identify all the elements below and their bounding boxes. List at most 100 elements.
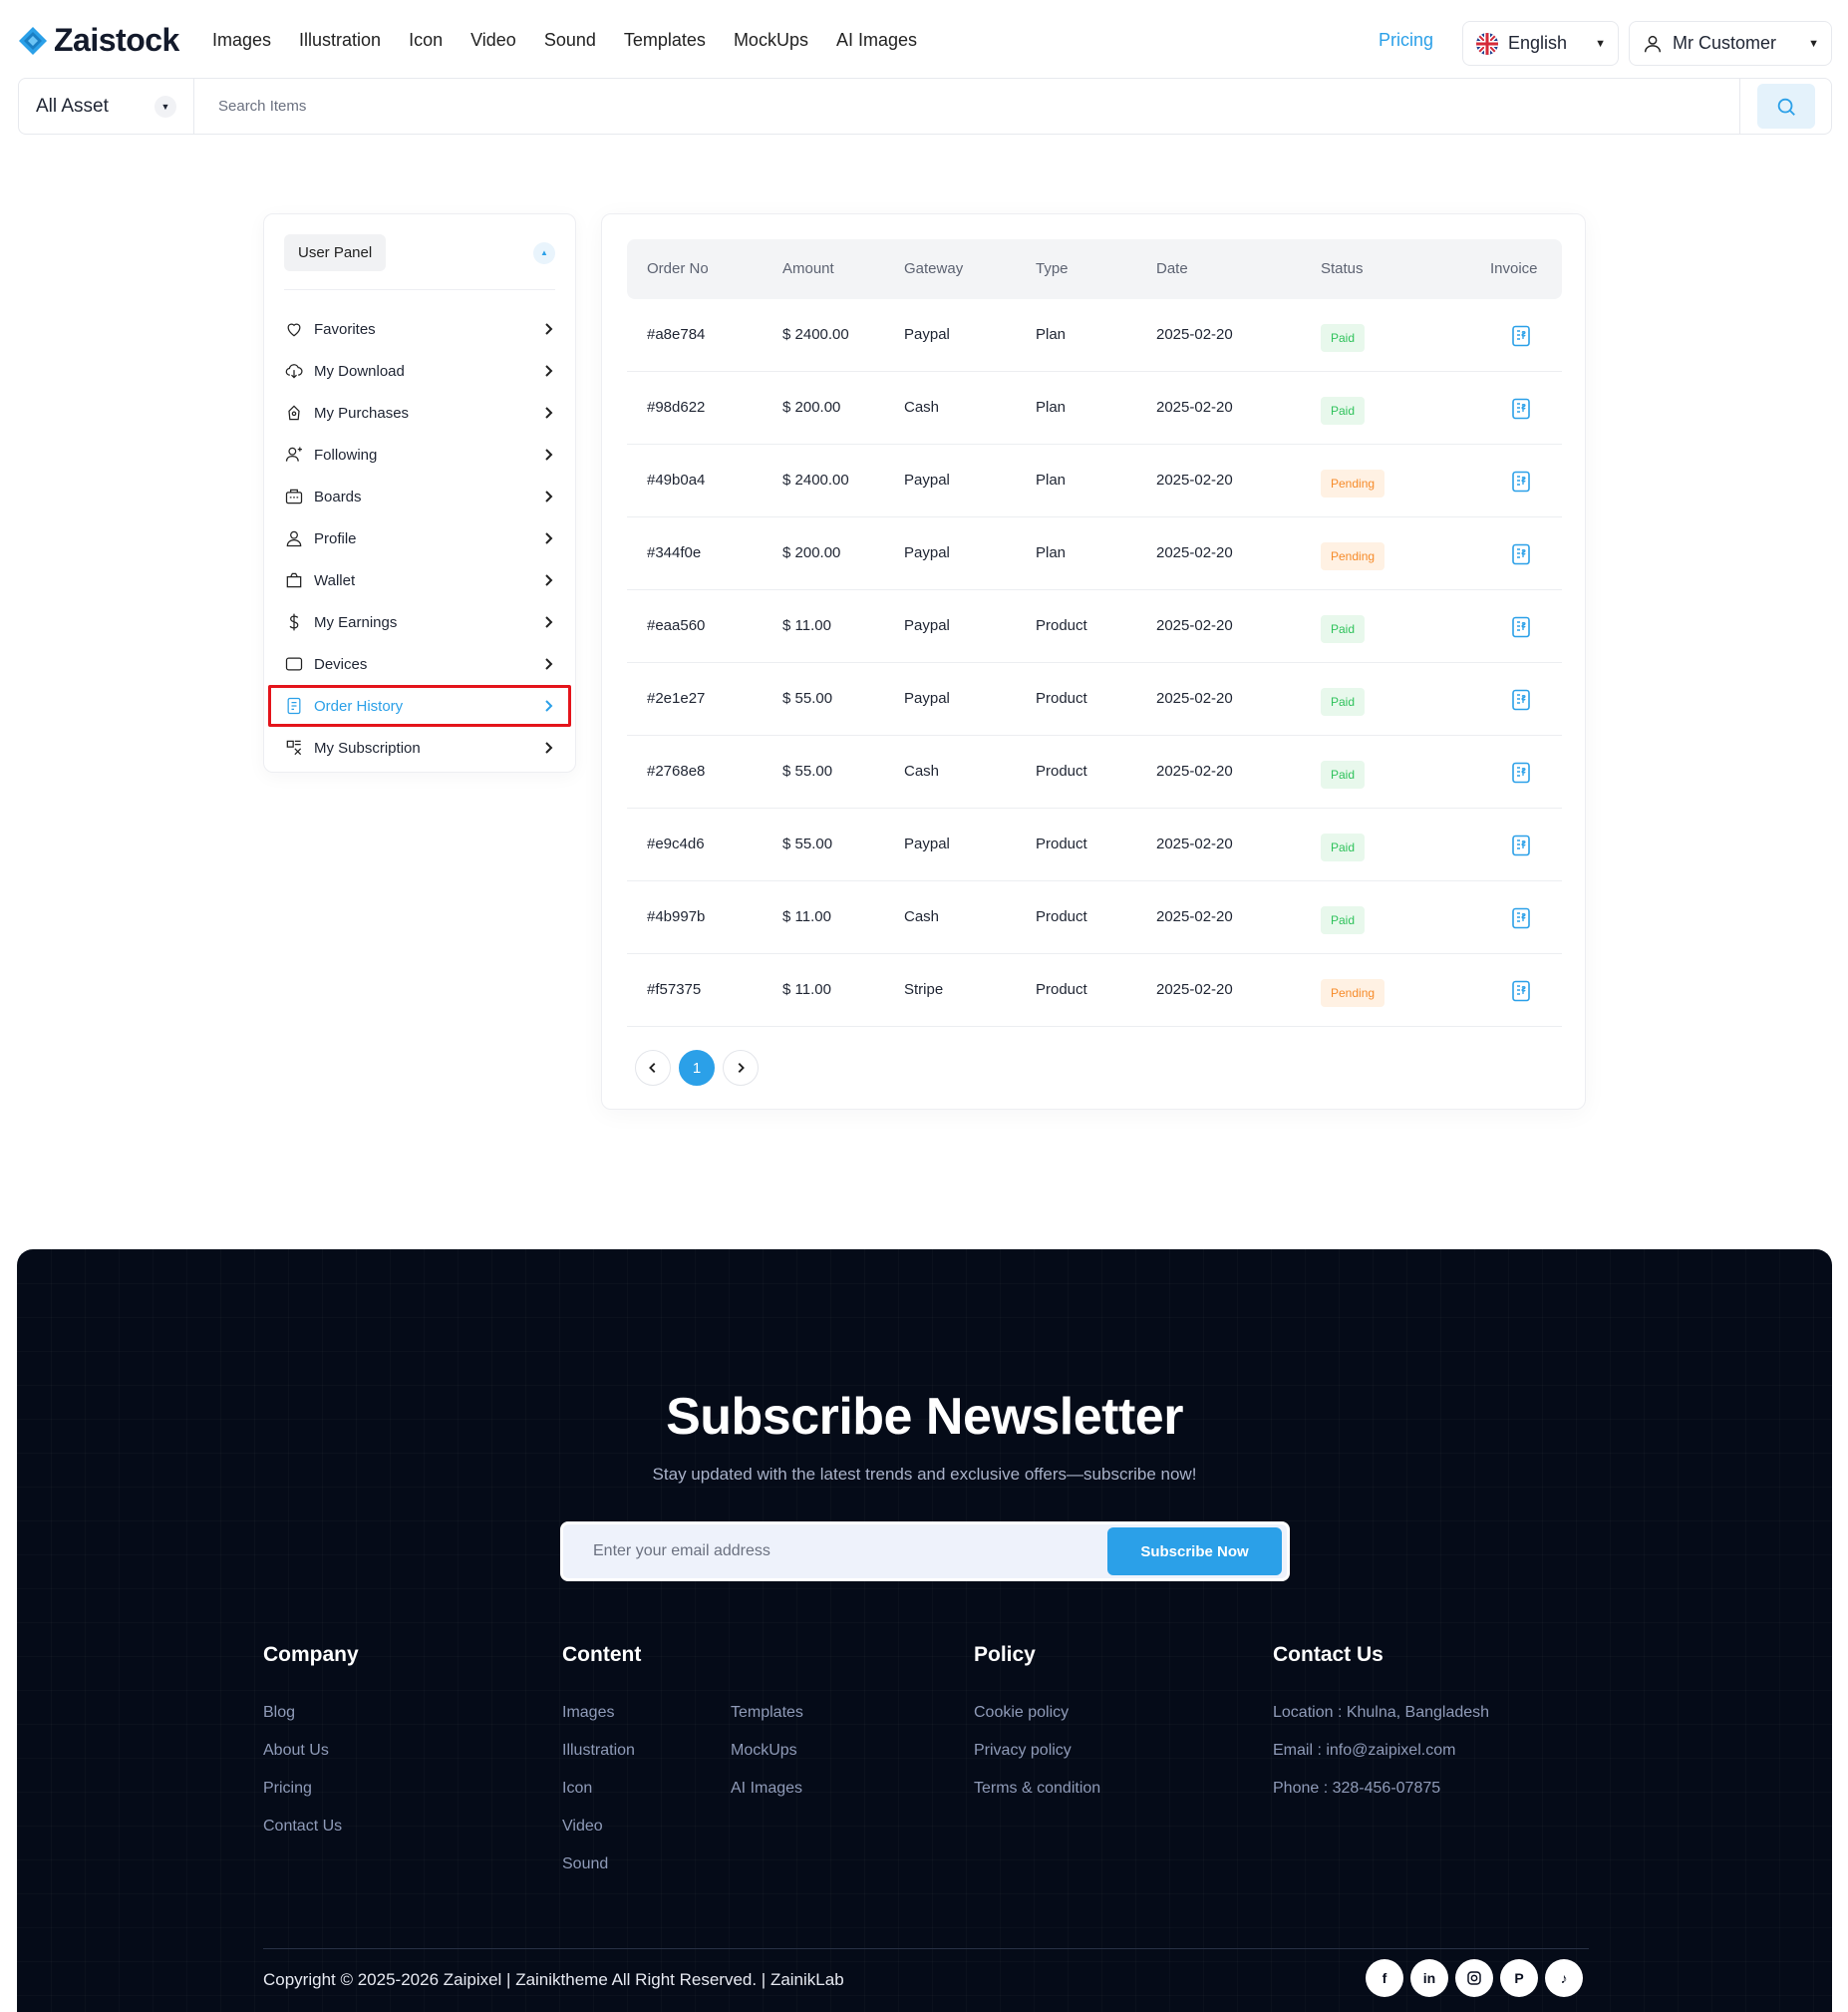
- cell-date: 2025-02-20: [1156, 763, 1233, 780]
- prev-page-button[interactable]: [635, 1050, 671, 1086]
- user-panel-header[interactable]: User Panel ▲: [284, 234, 555, 271]
- footer-heading-contact: Contact Us: [1273, 1643, 1384, 1666]
- footer-heading-company: Company: [263, 1643, 359, 1666]
- next-page-button[interactable]: [723, 1050, 759, 1086]
- nav-images[interactable]: Images: [212, 30, 271, 51]
- footer-link-pricing[interactable]: Pricing: [263, 1780, 312, 1798]
- pricing-link[interactable]: Pricing: [1379, 30, 1433, 51]
- footer-link-templates[interactable]: Templates: [731, 1704, 803, 1722]
- cell-date: 2025-02-20: [1156, 399, 1233, 416]
- footer-link-ai-images[interactable]: AI Images: [731, 1780, 802, 1798]
- sidebar-item-my-earnings[interactable]: My Earnings: [264, 601, 575, 643]
- footer-link-blog[interactable]: Blog: [263, 1704, 295, 1722]
- copyright-text: Copyright © 2025-2026 Zaipixel | Zainikt…: [263, 1970, 844, 1989]
- purchase-icon: [288, 405, 300, 421]
- instagram-icon[interactable]: [1455, 1959, 1493, 1997]
- cell-amount: $ 200.00: [782, 544, 841, 561]
- linkedin-icon[interactable]: in: [1410, 1959, 1448, 1997]
- sidebar-item-order-history[interactable]: Order History: [264, 685, 575, 727]
- cell-amount: $ 55.00: [782, 836, 833, 852]
- invoice-icon[interactable]: [1511, 543, 1531, 565]
- footer-link-images[interactable]: Images: [562, 1704, 614, 1722]
- sidebar-item-boards[interactable]: Boards: [264, 476, 575, 517]
- invoice-icon[interactable]: [1511, 325, 1531, 347]
- wallet-icon: [286, 572, 302, 588]
- facebook-icon[interactable]: f: [1366, 1959, 1403, 1997]
- footer-contact-email[interactable]: Email : info@zaipixel.com: [1273, 1742, 1455, 1760]
- sidebar-item-profile[interactable]: Profile: [264, 517, 575, 559]
- footer-link-mockups[interactable]: MockUps: [731, 1742, 797, 1760]
- cell-date: 2025-02-20: [1156, 981, 1233, 998]
- table-row: #49b0a4 $ 2400.00 Paypal Plan 2025-02-20 Pend…: [627, 445, 1562, 517]
- search-input[interactable]: [194, 79, 1739, 134]
- invoice-icon[interactable]: [1511, 762, 1531, 784]
- chevron-right-icon: [545, 449, 553, 461]
- table-header: Order No Amount Gateway Type Date Status…: [627, 239, 1562, 299]
- sidebar-item-wallet[interactable]: Wallet: [264, 559, 575, 601]
- footer-link-video[interactable]: Video: [562, 1818, 603, 1836]
- newsletter-email-input[interactable]: [591, 1541, 1107, 1561]
- status-badge: Paid: [1321, 834, 1366, 861]
- pagination: 1: [635, 1050, 759, 1086]
- sidebar-item-favorites[interactable]: Favorites: [264, 308, 575, 350]
- footer-link-cookie-policy[interactable]: Cookie policy: [974, 1704, 1069, 1722]
- cell-order-no: #e9c4d6: [647, 836, 705, 852]
- footer-link-icon[interactable]: Icon: [562, 1780, 592, 1798]
- footer-link-illustration[interactable]: Illustration: [562, 1742, 635, 1760]
- invoice-icon[interactable]: [1511, 980, 1531, 1002]
- status-badge: Paid: [1321, 324, 1366, 352]
- footer-link-terms[interactable]: Terms & condition: [974, 1780, 1100, 1798]
- brand-name: Zaistock: [54, 22, 179, 58]
- invoice-icon[interactable]: [1511, 398, 1531, 420]
- language-selector[interactable]: English ▼: [1462, 21, 1619, 66]
- nav-ai-images[interactable]: AI Images: [836, 30, 917, 51]
- footer-link-about-us[interactable]: About Us: [263, 1742, 329, 1760]
- column-header-order-no: Order No: [647, 260, 709, 277]
- newsletter-title: Subscribe Newsletter: [666, 1388, 1183, 1446]
- user-menu[interactable]: Mr Customer ▼: [1629, 21, 1832, 66]
- subscribe-button[interactable]: Subscribe Now: [1107, 1527, 1282, 1575]
- nav-icon[interactable]: Icon: [409, 30, 443, 51]
- footer-contact-phone[interactable]: Phone : 328-456-07875: [1273, 1780, 1440, 1798]
- invoice-icon[interactable]: [1511, 616, 1531, 638]
- order-history-card: Order No Amount Gateway Type Date Status…: [601, 213, 1586, 1110]
- sidebar-item-following[interactable]: Following: [264, 434, 575, 476]
- invoice-icon[interactable]: [1511, 689, 1531, 711]
- collapse-toggle-icon[interactable]: ▲: [533, 241, 555, 264]
- invoice-icon[interactable]: [1511, 907, 1531, 929]
- nav-video[interactable]: Video: [470, 30, 516, 51]
- cloud-download-icon: [285, 364, 303, 379]
- footer-link-sound[interactable]: Sound: [562, 1855, 608, 1873]
- sidebar-item-my-subscription[interactable]: My Subscription: [264, 727, 575, 769]
- user-name: Mr Customer: [1673, 33, 1777, 53]
- chevron-right-icon: [545, 532, 553, 544]
- invoice-icon[interactable]: [1511, 471, 1531, 493]
- status-badge: Pending: [1321, 979, 1386, 1007]
- page-button-current[interactable]: 1: [679, 1050, 715, 1086]
- nav-sound[interactable]: Sound: [544, 30, 596, 51]
- cell-gateway: Cash: [904, 908, 940, 925]
- cell-date: 2025-02-20: [1156, 544, 1233, 561]
- chevron-right-icon: [545, 407, 553, 419]
- tiktok-icon[interactable]: ♪: [1545, 1959, 1583, 1997]
- sidebar-item-my-purchases[interactable]: My Purchases: [264, 392, 575, 434]
- footer-link-privacy-policy[interactable]: Privacy policy: [974, 1742, 1072, 1760]
- footer-link-contact-us[interactable]: Contact Us: [263, 1818, 342, 1836]
- pinterest-icon[interactable]: P: [1500, 1959, 1538, 1997]
- search-button[interactable]: [1756, 84, 1815, 129]
- user-plus-icon: [285, 447, 302, 462]
- sidebar-item-label: My Download: [314, 362, 405, 380]
- nav-illustration[interactable]: Illustration: [299, 30, 381, 51]
- cell-order-no: #eaa560: [647, 617, 706, 634]
- sidebar-item-label: Order History: [314, 697, 404, 715]
- nav-templates[interactable]: Templates: [624, 30, 706, 51]
- invoice-icon[interactable]: [1511, 835, 1531, 856]
- cell-gateway: Paypal: [904, 617, 950, 634]
- logo[interactable]: Zaistock: [18, 22, 179, 59]
- table-row: #f57375 $ 11.00 Stripe Product 2025-02-20 Pen…: [627, 954, 1562, 1027]
- nav-mockups[interactable]: MockUps: [734, 30, 808, 51]
- table-row: #98d622 $ 200.00 Cash Plan 2025-02-20 Paid: [627, 372, 1562, 445]
- sidebar-item-my-download[interactable]: My Download: [264, 350, 575, 392]
- asset-category-select[interactable]: All Asset ▼: [19, 79, 194, 134]
- sidebar-item-devices[interactable]: Devices: [264, 643, 575, 685]
